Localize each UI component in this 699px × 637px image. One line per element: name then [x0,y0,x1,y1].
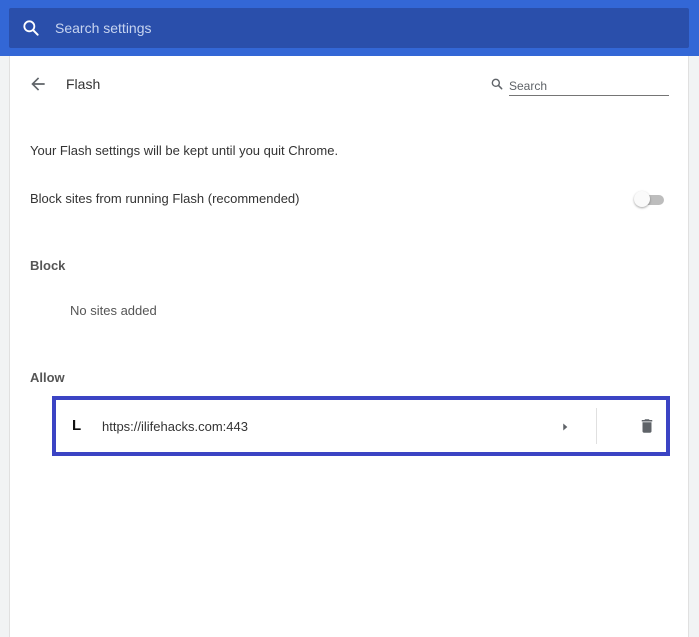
page-title: Flash [66,76,101,92]
arrow-back-icon[interactable] [28,74,48,94]
subpage-search[interactable] [490,76,670,96]
search-icon [23,20,39,36]
subpage-search-input[interactable] [509,76,669,96]
toggle-knob [634,191,650,207]
settings-search-placeholder[interactable]: Search settings [55,19,152,37]
arrow-right-icon[interactable] [558,420,572,434]
session-note: Your Flash settings will be kept until y… [30,143,339,158]
search-icon [491,78,503,90]
trash-icon[interactable] [638,417,656,435]
row-divider [596,408,597,444]
toolbar: Search settings [0,0,699,56]
flash-settings-card: Flash Your Flash settings will be kept u… [9,56,689,637]
block-heading: Block [30,258,66,273]
site-url[interactable]: https://ilifehacks.com:443 [102,419,248,435]
block-flash-toggle[interactable] [634,190,668,210]
block-empty-text: No sites added [70,303,157,318]
site-favicon: L [72,417,82,434]
allow-heading: Allow [30,370,65,385]
settings-search-box[interactable]: Search settings [9,8,689,48]
block-flash-label: Block sites from running Flash (recommen… [30,191,300,206]
allowed-site-row[interactable]: L https://ilifehacks.com:443 [52,396,670,456]
